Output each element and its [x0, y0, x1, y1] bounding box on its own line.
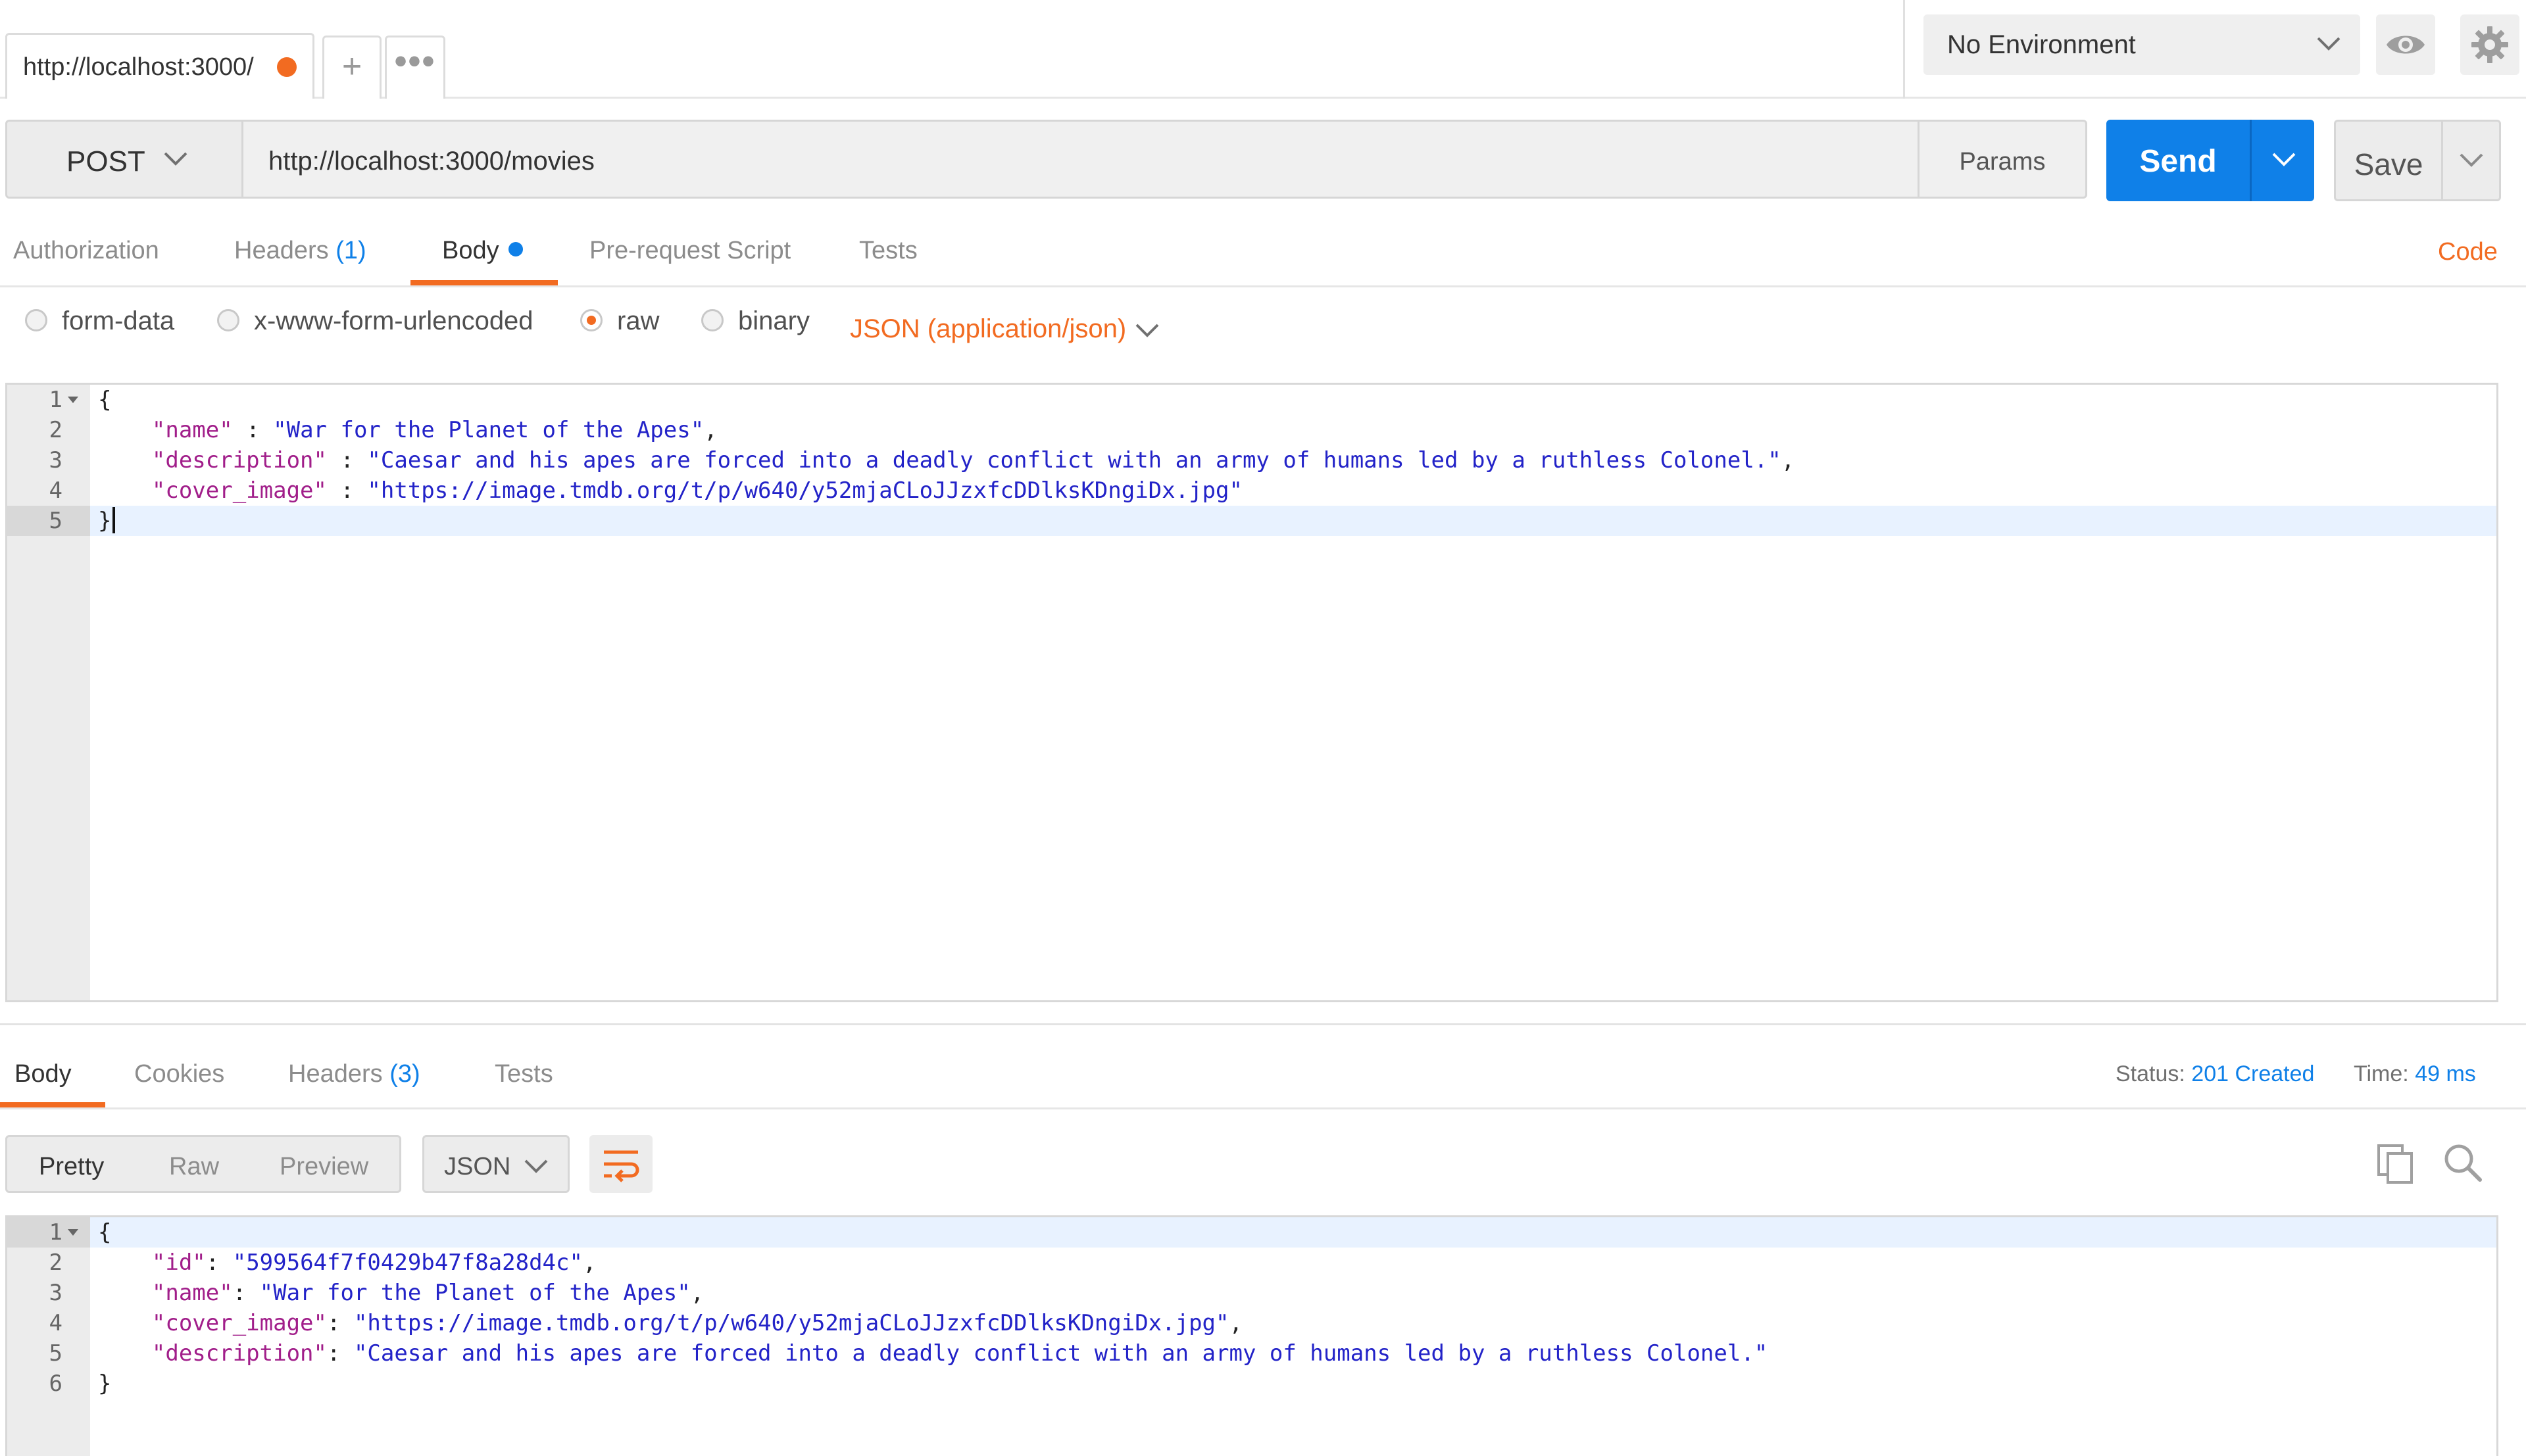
response-tab-cookies[interactable]: Cookies: [134, 1060, 224, 1088]
params-label: Params: [1959, 148, 2046, 176]
request-tab-label: http://localhost:3000/: [23, 53, 254, 81]
code-line: 5 }: [7, 506, 2496, 536]
response-view-toggle: Pretty Raw Preview: [5, 1135, 401, 1193]
view-pretty[interactable]: Pretty: [39, 1153, 104, 1181]
method-select[interactable]: POST: [5, 120, 243, 199]
json-string: "Caesar and his apes are forced into a d…: [353, 1340, 1768, 1367]
url-input[interactable]: http://localhost:3000/movies: [243, 120, 1919, 199]
content-type-select[interactable]: JSON (application/json): [850, 314, 1126, 344]
code-line: 5 "description": "Caesar and his apes ar…: [49, 1340, 1768, 1367]
response-tab-tests[interactable]: Tests: [495, 1060, 553, 1088]
tab-tests[interactable]: Tests: [859, 237, 918, 265]
code-link[interactable]: Code: [2438, 238, 2498, 266]
environment-quick-look-button[interactable]: [2376, 14, 2435, 75]
response-headers-count: (3): [389, 1060, 420, 1088]
headers-count: (1): [335, 237, 366, 264]
save-label: Save: [2354, 147, 2423, 182]
save-button[interactable]: Save: [2334, 120, 2501, 201]
fold-arrow-icon[interactable]: [68, 397, 78, 403]
more-tabs-button[interactable]: •••: [385, 36, 445, 99]
radio-icon[interactable]: [701, 309, 724, 331]
response-tab-body[interactable]: Body: [14, 1060, 72, 1088]
active-tab-indicator: [410, 280, 558, 285]
chevron-down-icon[interactable]: [2271, 150, 2297, 170]
response-divider: [0, 1023, 2526, 1025]
response-time: Time: 49 ms: [2354, 1061, 2476, 1086]
code-line: 3 "name": "War for the Planet of the Ape…: [49, 1280, 705, 1306]
json-string: "599564f7f0429b47f8a28d4c": [232, 1250, 583, 1276]
body-modified-dot-icon: [508, 241, 523, 256]
json-string: "War for the Planet of the Apes": [273, 417, 705, 443]
json-string: "Caesar and his apes are forced into a d…: [367, 447, 1781, 473]
params-button[interactable]: Params: [1918, 120, 2087, 199]
response-body-viewer[interactable]: 1 { 2 "id": "599564f7f0429b47f8a28d4c", …: [5, 1215, 2498, 1456]
wrap-lines-icon: [604, 1150, 639, 1182]
unsaved-dot-icon: [277, 57, 297, 77]
code-line: 4 "cover_image": "https://image.tmdb.org…: [49, 1310, 1243, 1336]
json-string: "War for the Planet of the Apes": [259, 1280, 691, 1306]
chevron-down-icon: [164, 152, 187, 166]
eye-icon: [2387, 36, 2425, 54]
method-label: POST: [66, 145, 145, 178]
chevron-down-icon: [2317, 37, 2340, 51]
text-cursor: [112, 506, 116, 533]
chevron-down-icon[interactable]: [2458, 151, 2485, 170]
view-raw[interactable]: Raw: [169, 1153, 219, 1181]
fold-arrow-icon[interactable]: [68, 1229, 78, 1236]
send-divider: [2250, 120, 2252, 201]
send-label: Send: [2139, 144, 2217, 179]
save-divider: [2441, 122, 2443, 199]
json-key: "description": [151, 1340, 327, 1367]
code-line: 4 "cover_image" : "https://image.tmdb.or…: [49, 477, 1243, 504]
code-line: 1 {: [49, 387, 112, 413]
environment-selected: No Environment: [1947, 30, 2136, 59]
code-line: 3 "description" : "Caesar and his apes a…: [49, 447, 1795, 473]
response-format-select[interactable]: JSON: [422, 1135, 570, 1193]
settings-button[interactable]: [2460, 14, 2519, 75]
copy-icon[interactable]: [2376, 1143, 2415, 1185]
response-tabs-divider: [0, 1107, 2526, 1109]
tab-pre-request-script[interactable]: Pre-request Script: [589, 237, 791, 265]
json-key: "cover_image": [151, 477, 327, 504]
json-key: "description": [151, 447, 327, 473]
url-value: http://localhost:3000/movies: [268, 147, 595, 176]
request-tab[interactable]: http://localhost:3000/: [5, 33, 314, 99]
json-key: "name": [151, 417, 233, 443]
tab-headers[interactable]: Headers (1): [234, 237, 366, 265]
top-bar-divider: [1903, 0, 1905, 99]
search-icon[interactable]: [2442, 1142, 2484, 1184]
radio-checked-icon[interactable]: [580, 309, 603, 331]
more-icon: •••: [394, 41, 436, 81]
active-response-tab-indicator: [0, 1102, 105, 1107]
tab-body[interactable]: Body: [442, 237, 523, 265]
json-key: "id": [151, 1250, 206, 1276]
code-line: 2 "name" : "War for the Planet of the Ap…: [49, 417, 718, 443]
response-status: Status: 201 Created: [2116, 1061, 2315, 1086]
status-value: 201 Created: [2191, 1061, 2315, 1086]
request-body-editor[interactable]: 1 { 2 "name" : "War for the Planet of th…: [5, 383, 2498, 1002]
plus-icon: +: [341, 47, 362, 85]
json-string: "https://image.tmdb.org/t/p/w640/y52mjaC…: [367, 477, 1243, 504]
code-line: 6 }: [49, 1371, 112, 1397]
code-line: 1 {: [49, 1219, 112, 1246]
time-value: 49 ms: [2415, 1061, 2476, 1086]
radio-icon[interactable]: [217, 309, 239, 331]
json-key: "cover_image": [151, 1310, 327, 1336]
send-button[interactable]: Send: [2106, 120, 2314, 201]
wrap-lines-button[interactable]: [589, 1135, 653, 1193]
tab-authorization[interactable]: Authorization: [13, 237, 159, 265]
chevron-down-icon[interactable]: [1134, 321, 1160, 341]
response-tab-headers[interactable]: Headers (3): [288, 1060, 420, 1088]
json-string: "https://image.tmdb.org/t/p/w640/y52mjaC…: [353, 1310, 1229, 1336]
view-preview[interactable]: Preview: [280, 1153, 368, 1181]
gear-icon: [2471, 26, 2508, 63]
json-key: "name": [151, 1280, 233, 1306]
new-tab-button[interactable]: +: [322, 36, 382, 99]
environment-select[interactable]: No Environment: [1923, 14, 2360, 75]
tabs-divider: [0, 285, 2526, 287]
code-line: 2 "id": "599564f7f0429b47f8a28d4c",: [49, 1250, 597, 1276]
format-label: JSON: [444, 1153, 511, 1180]
radio-icon[interactable]: [25, 309, 47, 331]
chevron-down-icon: [524, 1159, 548, 1173]
